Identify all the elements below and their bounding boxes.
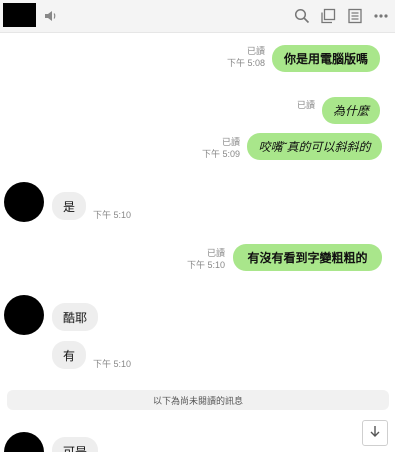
contact-avatar[interactable] (4, 295, 44, 335)
message-bubble-outgoing[interactable]: 有沒有看到字變粗粗的 (233, 244, 382, 271)
message-bubble-incoming[interactable]: 有 (52, 341, 86, 369)
contact-avatar[interactable] (4, 432, 44, 452)
contact-avatar[interactable] (3, 3, 36, 27)
message-time: 下午 5:08 (226, 58, 265, 68)
contact-avatar[interactable] (4, 182, 44, 222)
message-time: 下午 5:10 (93, 210, 132, 220)
message-bubble-incoming[interactable]: 酷耶 (52, 303, 98, 331)
message-meta: 已讀 下午 5:08 (227, 45, 265, 69)
message-bubble-incoming[interactable]: 是 (52, 192, 86, 220)
message-bubble-outgoing[interactable]: 為什麼 (322, 97, 380, 124)
read-status: 已讀 (246, 46, 265, 56)
message-meta: 已讀 下午 5:09 (202, 136, 240, 160)
message-time: 下午 5:09 (201, 149, 240, 159)
copy-icon[interactable] (319, 7, 337, 25)
message-bubble-outgoing[interactable]: 咬嘴˜真的可以斜斜的 (247, 133, 382, 160)
message-meta: 已讀 下午 5:10 (187, 247, 225, 271)
search-icon[interactable] (293, 7, 311, 25)
read-status: 已讀 (221, 137, 240, 147)
unread-divider: 以下為尚未閱讀的訊息 (7, 390, 389, 410)
message-bubble-outgoing[interactable]: 你是用電腦版嗎 (272, 45, 380, 72)
arrow-down-icon (368, 424, 382, 443)
chat-header (0, 0, 395, 33)
message-time: 下午 5:10 (186, 260, 225, 270)
message-time: 下午 5:10 (93, 359, 132, 369)
read-status: 已讀 (296, 100, 315, 110)
scroll-to-bottom-button[interactable] (362, 420, 388, 446)
note-icon[interactable] (346, 7, 364, 25)
read-status: 已讀 (206, 248, 225, 258)
message-bubble-incoming[interactable]: 可是 (52, 437, 98, 452)
more-icon[interactable] (372, 7, 390, 25)
speaker-icon[interactable] (42, 8, 58, 24)
message-meta: 已讀 (297, 99, 315, 111)
